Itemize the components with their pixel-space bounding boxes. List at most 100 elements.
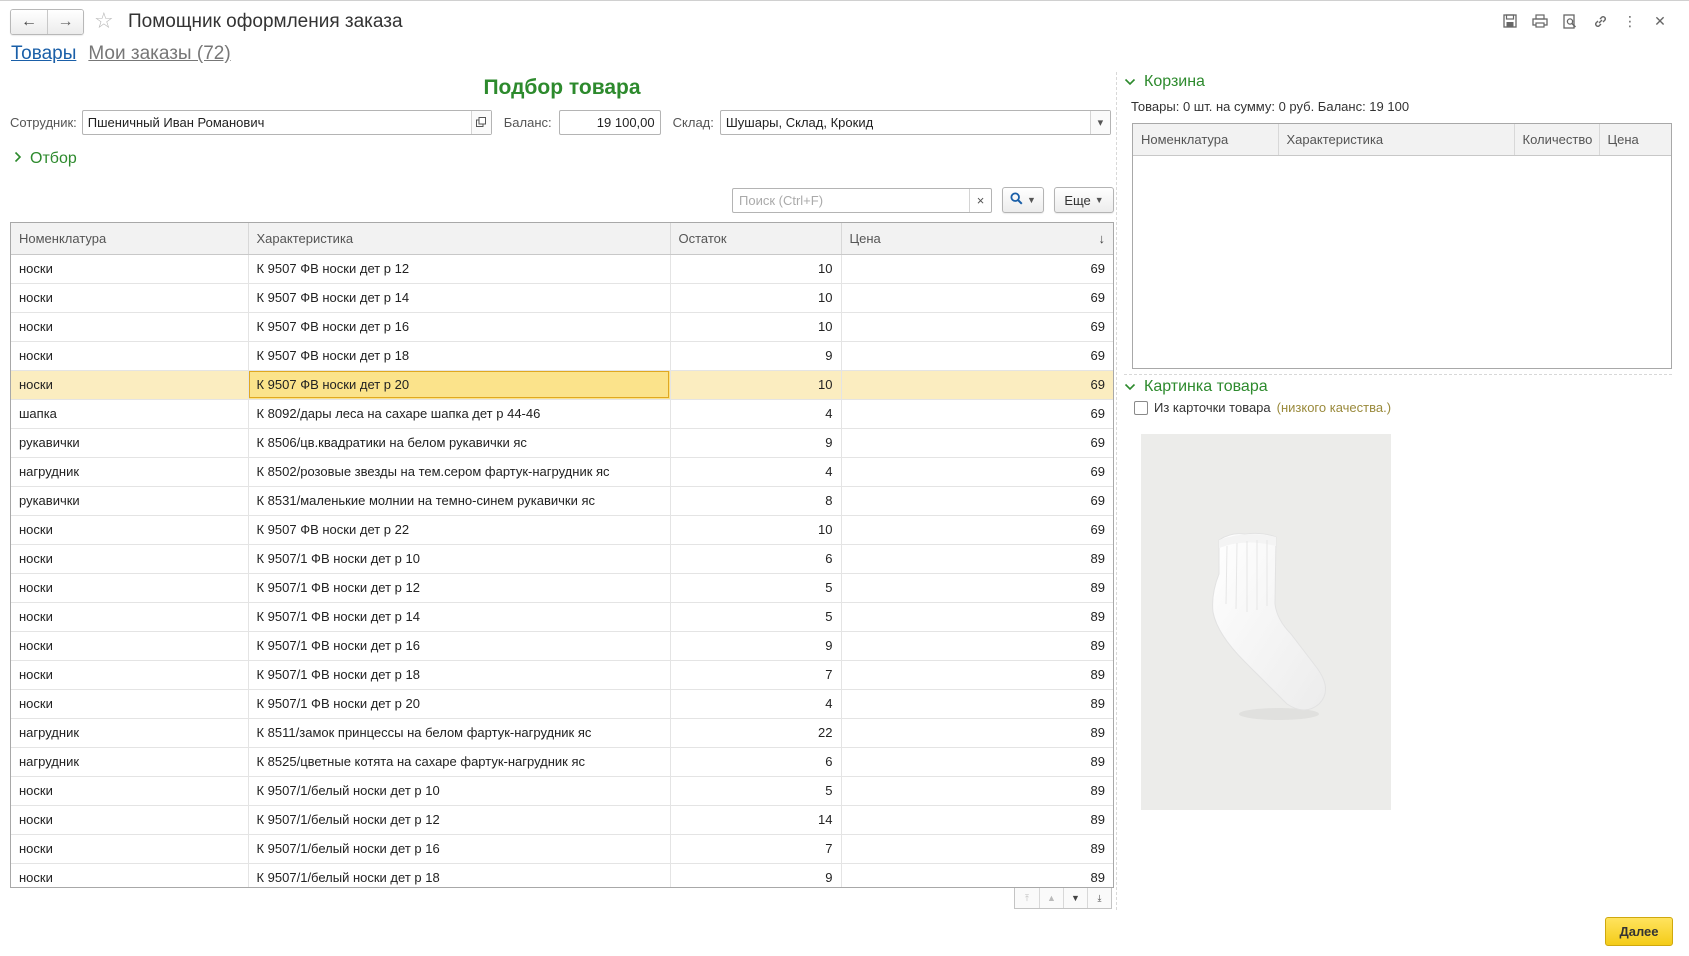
cell-price[interactable]: 69 bbox=[841, 312, 1113, 342]
cell-price[interactable]: 89 bbox=[841, 776, 1113, 806]
cell-stock[interactable]: 5 bbox=[670, 776, 842, 806]
cell-nomenclature[interactable]: носки bbox=[11, 602, 249, 632]
cell-characteristic[interactable]: К 8502/розовые звезды на тем.сером фарту… bbox=[248, 457, 671, 487]
cell-characteristic[interactable]: К 9507/1 ФВ носки дет р 20 bbox=[248, 689, 671, 719]
table-row[interactable]: носки К 9507/1 ФВ носки дет р 14 5 89 bbox=[11, 602, 1113, 632]
cell-stock[interactable]: 6 bbox=[670, 544, 842, 574]
cell-price[interactable]: 89 bbox=[841, 544, 1113, 574]
cart-column-nomenclature[interactable]: Номенклатура bbox=[1133, 124, 1279, 156]
cell-nomenclature[interactable]: носки bbox=[11, 283, 249, 313]
table-row[interactable]: носки К 9507 ФВ носки дет р 20 10 69 bbox=[11, 370, 1113, 400]
cell-nomenclature[interactable]: рукавички bbox=[11, 428, 249, 458]
cell-price[interactable]: 89 bbox=[841, 718, 1113, 748]
cell-characteristic[interactable]: К 9507 ФВ носки дет р 18 bbox=[248, 341, 671, 371]
cell-characteristic[interactable]: К 9507 ФВ носки дет р 22 bbox=[248, 515, 671, 545]
table-row[interactable]: носки К 9507 ФВ носки дет р 16 10 69 bbox=[11, 312, 1113, 342]
column-header-characteristic[interactable]: Характеристика bbox=[248, 223, 671, 255]
cell-stock[interactable]: 9 bbox=[670, 631, 842, 661]
table-row[interactable]: носки К 9507/1 ФВ носки дет р 16 9 89 bbox=[11, 631, 1113, 661]
cell-price[interactable]: 69 bbox=[841, 486, 1113, 516]
cart-column-quantity[interactable]: Количество bbox=[1514, 124, 1600, 156]
cell-characteristic[interactable]: К 8506/цв.квадратики на белом рукавички … bbox=[248, 428, 671, 458]
cell-price[interactable]: 69 bbox=[841, 370, 1113, 400]
link-icon[interactable] bbox=[1591, 12, 1609, 30]
chevron-down-icon[interactable]: ▾ bbox=[1089, 110, 1110, 134]
cell-stock[interactable]: 9 bbox=[670, 428, 842, 458]
cell-price[interactable]: 89 bbox=[841, 863, 1113, 887]
cell-stock[interactable]: 4 bbox=[670, 457, 842, 487]
table-row[interactable]: носки К 9507/1/белый носки дет р 10 5 89 bbox=[11, 776, 1113, 806]
cell-price[interactable]: 89 bbox=[841, 660, 1113, 690]
cell-stock[interactable]: 4 bbox=[670, 689, 842, 719]
cell-price[interactable]: 69 bbox=[841, 399, 1113, 429]
cell-characteristic[interactable]: К 8092/дары леса на сахаре шапка дет р 4… bbox=[248, 399, 671, 429]
scroll-to-bottom-icon[interactable]: ⤓ bbox=[1087, 888, 1111, 908]
table-row[interactable]: нагрудник К 8502/розовые звезды на тем.се… bbox=[11, 457, 1113, 487]
cell-price[interactable]: 89 bbox=[841, 747, 1113, 777]
cell-characteristic[interactable]: К 9507/1 ФВ носки дет р 18 bbox=[248, 660, 671, 690]
column-header-nomenclature[interactable]: Номенклатура bbox=[11, 223, 249, 255]
cell-characteristic[interactable]: К 9507/1/белый носки дет р 16 bbox=[248, 834, 671, 864]
cell-stock[interactable]: 14 bbox=[670, 805, 842, 835]
balance-field[interactable]: 19 100,00 bbox=[558, 109, 661, 135]
search-input[interactable] bbox=[733, 189, 969, 212]
cell-nomenclature[interactable]: шапка bbox=[11, 399, 249, 429]
warehouse-select[interactable]: Шушары, Склад, Крокид ▾ bbox=[719, 109, 1111, 135]
scroll-up-icon[interactable]: ▲ bbox=[1039, 888, 1063, 908]
open-link-icon[interactable] bbox=[470, 110, 491, 134]
tab-products[interactable]: Товары bbox=[11, 43, 76, 65]
cell-price[interactable]: 69 bbox=[841, 457, 1113, 487]
cell-stock[interactable]: 10 bbox=[670, 370, 842, 400]
table-row[interactable]: носки К 9507/1/белый носки дет р 16 7 89 bbox=[11, 834, 1113, 864]
table-row[interactable]: носки К 9507/1 ФВ носки дет р 10 6 89 bbox=[11, 544, 1113, 574]
search-button[interactable]: ▼ bbox=[1002, 187, 1044, 213]
table-row[interactable]: нагрудник К 8511/замок принцессы на белом… bbox=[11, 718, 1113, 748]
from-card-checkbox[interactable] bbox=[1134, 400, 1148, 415]
table-row[interactable]: нагрудник К 8525/цветные котята на сахаре… bbox=[11, 747, 1113, 777]
cell-characteristic[interactable]: К 9507/1/белый носки дет р 18 bbox=[248, 863, 671, 887]
cell-nomenclature[interactable]: носки bbox=[11, 312, 249, 342]
scroll-to-top-icon[interactable]: ⤒ bbox=[1015, 888, 1039, 908]
cell-characteristic[interactable]: К 9507/1/белый носки дет р 10 bbox=[248, 776, 671, 806]
scroll-down-icon[interactable]: ▼ bbox=[1063, 888, 1087, 908]
cell-characteristic[interactable]: К 9507/1/белый носки дет р 12 bbox=[248, 805, 671, 835]
cell-characteristic[interactable]: К 8525/цветные котята на сахаре фартук-н… bbox=[248, 747, 671, 777]
cell-stock[interactable]: 6 bbox=[670, 747, 842, 777]
cell-price[interactable]: 89 bbox=[841, 834, 1113, 864]
cell-price[interactable]: 89 bbox=[841, 602, 1113, 632]
more-button[interactable]: Еще ▼ bbox=[1054, 187, 1114, 213]
cell-stock[interactable]: 10 bbox=[670, 283, 842, 313]
cell-nomenclature[interactable]: нагрудник bbox=[11, 747, 249, 777]
cell-price[interactable]: 89 bbox=[841, 573, 1113, 603]
forward-arrow-icon[interactable]: → bbox=[47, 10, 83, 34]
cell-nomenclature[interactable]: носки bbox=[11, 660, 249, 690]
filter-toggle[interactable]: Отбор bbox=[14, 150, 77, 168]
cell-nomenclature[interactable]: носки bbox=[11, 341, 249, 371]
cell-price[interactable]: 69 bbox=[841, 341, 1113, 371]
cell-stock[interactable]: 22 bbox=[670, 718, 842, 748]
table-row[interactable]: носки К 9507/1 ФВ носки дет р 12 5 89 bbox=[11, 573, 1113, 603]
cell-nomenclature[interactable]: носки bbox=[11, 863, 249, 887]
cell-stock[interactable]: 8 bbox=[670, 486, 842, 516]
cell-characteristic[interactable]: К 9507/1 ФВ носки дет р 14 bbox=[248, 602, 671, 632]
cell-characteristic[interactable]: К 9507 ФВ носки дет р 12 bbox=[248, 254, 671, 284]
cell-price[interactable]: 69 bbox=[841, 283, 1113, 313]
cell-stock[interactable]: 7 bbox=[670, 660, 842, 690]
table-row[interactable]: шапка К 8092/дары леса на сахаре шапка де… bbox=[11, 399, 1113, 429]
cell-nomenclature[interactable]: рукавички bbox=[11, 486, 249, 516]
table-row[interactable]: рукавички К 8506/цв.квадратики на белом р… bbox=[11, 428, 1113, 458]
cell-characteristic[interactable]: К 9507 ФВ носки дет р 20 bbox=[248, 370, 671, 400]
cell-characteristic[interactable]: К 9507 ФВ носки дет р 14 bbox=[248, 283, 671, 313]
cell-nomenclature[interactable]: носки bbox=[11, 515, 249, 545]
employee-field[interactable]: Пшеничный Иван Романович bbox=[81, 109, 492, 135]
cell-stock[interactable]: 4 bbox=[670, 399, 842, 429]
cell-nomenclature[interactable]: носки bbox=[11, 776, 249, 806]
cell-nomenclature[interactable]: носки bbox=[11, 370, 249, 400]
table-row[interactable]: носки К 9507 ФВ носки дет р 14 10 69 bbox=[11, 283, 1113, 313]
table-row[interactable]: носки К 9507/1/белый носки дет р 18 9 89 bbox=[11, 863, 1113, 887]
cell-stock[interactable]: 9 bbox=[670, 341, 842, 371]
preview-icon[interactable] bbox=[1561, 12, 1579, 30]
table-row[interactable]: носки К 9507/1 ФВ носки дет р 20 4 89 bbox=[11, 689, 1113, 719]
cell-characteristic[interactable]: К 9507/1 ФВ носки дет р 12 bbox=[248, 573, 671, 603]
table-row[interactable]: носки К 9507 ФВ носки дет р 22 10 69 bbox=[11, 515, 1113, 545]
